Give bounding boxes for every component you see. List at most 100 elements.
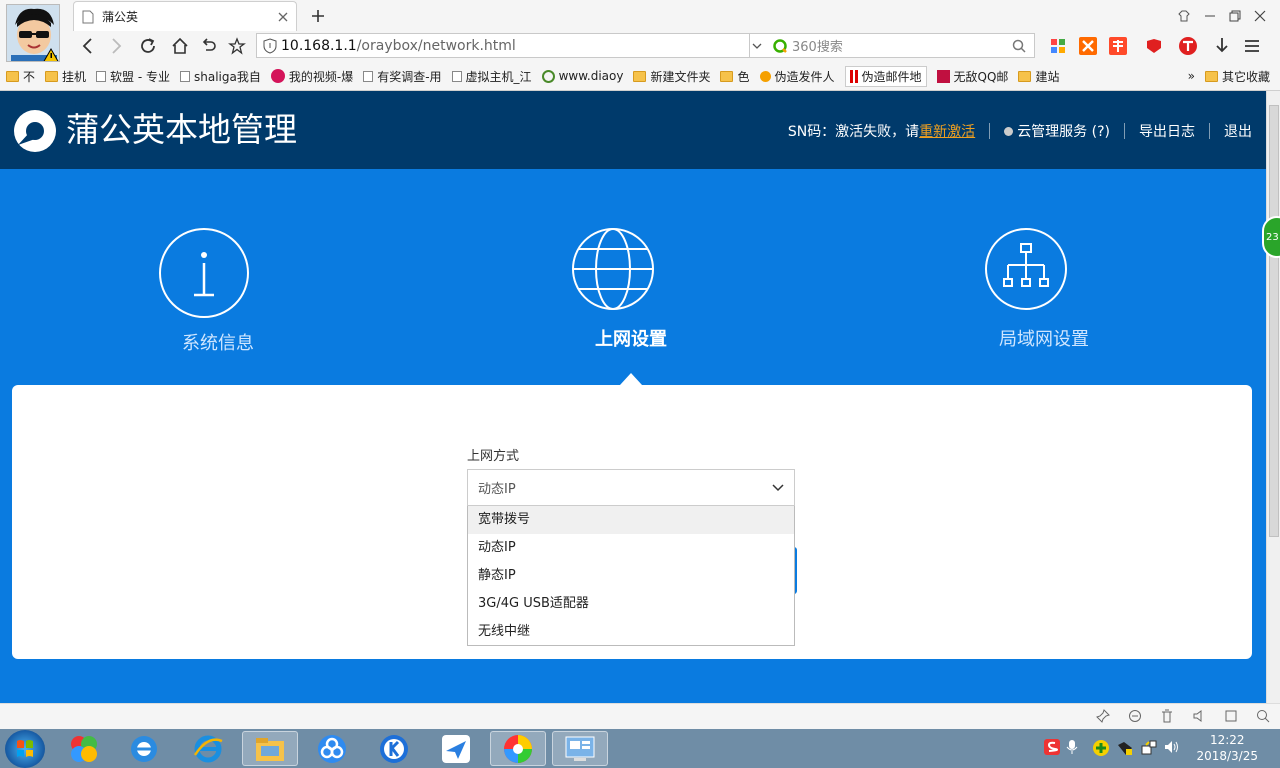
router-admin-page: 蒲公英本地管理 SN码：激活失败，请 重新激活 云管理服务 (?) 导出日志 退… [0,91,1266,703]
apps-icon[interactable] [1046,33,1070,59]
folder-icon [633,70,647,82]
tool-t-icon[interactable] [1176,33,1200,59]
undo-button[interactable] [197,33,221,59]
start-button[interactable] [5,730,45,768]
search-icon[interactable] [1012,39,1026,53]
bird-app-icon[interactable] [428,731,484,766]
search-box[interactable]: 360搜索 [749,33,1035,58]
file-explorer-icon[interactable] [242,731,298,766]
bookmark-item[interactable]: 新建文件夹 [633,68,710,85]
browser-tab[interactable]: 蒲公英 [73,1,297,31]
reload-button[interactable] [136,33,160,59]
option-pppoe[interactable]: 宽带拨号 [468,506,794,534]
speaker-icon[interactable] [1164,739,1180,755]
trash-icon[interactable] [1160,709,1174,723]
bookmark-item[interactable]: 挂机 [45,68,86,85]
nav-system-info[interactable]: 系统信息 [158,227,278,355]
folder-icon [1204,70,1218,82]
menu-icon[interactable] [1240,33,1264,59]
bookmark-label: 无敌QQ邮 [953,69,1009,84]
connection-type-dropdown: 宽带拨号 动态IP 静态IP 3G/4G USB适配器 无线中继 [467,506,795,646]
volume-icon[interactable] [1192,709,1206,723]
scrollbar-thumb[interactable] [1269,105,1279,537]
back-button[interactable] [76,33,100,59]
logout-link[interactable]: 退出 [1224,121,1252,141]
refresh-icon[interactable] [1128,709,1142,723]
divider [1209,123,1210,139]
bookmark-item[interactable]: 伪造发件人 [759,68,835,85]
option-dhcp[interactable]: 动态IP [468,534,794,562]
nav-network-settings[interactable]: 上网设置 [571,227,691,351]
color-app-icon[interactable] [490,731,546,766]
tool-x-icon[interactable] [1076,33,1100,59]
forward-button[interactable] [104,33,128,59]
bookmarks-bar: 不 挂机 软盟 - 专业 shaliga我自 我的视频-爆 有奖调查-用 虚拟主… [0,64,1280,88]
nav-lan-settings[interactable]: 局域网设置 [984,227,1104,351]
pin-icon[interactable] [1096,709,1110,723]
address-bar[interactable]: 10.168.1.1/oraybox/network.html [256,33,814,58]
option-usb-modem[interactable]: 3G/4G USB适配器 [468,590,794,618]
close-window-button[interactable] [1250,6,1270,26]
connection-type-select[interactable]: 动态IP [467,469,795,506]
new-tab-button[interactable] [308,6,328,26]
status-dot-icon [1004,126,1014,136]
export-log-link[interactable]: 导出日志 [1139,121,1195,141]
bookmark-item[interactable]: 无敌QQ邮 [936,68,1009,85]
brand-title: 蒲公英本地管理 [66,110,297,149]
sogou-ime-icon[interactable] [1044,739,1060,755]
close-tab-icon[interactable] [278,12,288,22]
maximize-button[interactable] [1225,6,1245,26]
bookmark-item[interactable]: 软盟 - 专业 [96,68,170,85]
url-host: 10.168.1.1 [281,37,357,54]
home-button[interactable] [168,33,192,59]
control-panel-icon[interactable] [552,731,608,766]
download-icon[interactable] [1210,33,1234,59]
tab-title: 蒲公英 [102,10,139,24]
network-tray-icon[interactable] [1140,739,1158,757]
reactivate-link[interactable]: 重新激活 [919,121,975,141]
nav-label: 上网设置 [595,329,667,350]
bookmark-item[interactable]: 色 [720,68,750,85]
window-icon[interactable] [1224,709,1238,723]
system-clock[interactable]: 12:22 2018/3/25 [1196,732,1258,764]
taskbar-app-icon[interactable] [56,731,112,766]
site-header: 蒲公英本地管理 SN码：激活失败，请 重新激活 云管理服务 (?) 导出日志 退… [0,91,1266,169]
user-avatar[interactable] [6,4,60,62]
skin-icon[interactable] [1174,6,1194,26]
ie-icon[interactable] [180,731,236,766]
floating-speed-badge[interactable]: 23 [1262,216,1280,258]
cloud-service-link[interactable]: 云管理服务 (?) [1017,121,1110,141]
zoom-icon[interactable] [1256,709,1270,723]
bookmark-item[interactable]: 虚拟主机_江 [451,68,532,85]
bookmark-item[interactable]: 不 [6,68,35,85]
browser-chrome: 蒲公英 10.168.1.1/oraybox/network.html 360搜… [0,0,1280,91]
other-bookmarks[interactable]: 其它收藏 [1204,68,1270,85]
microphone-icon[interactable] [1066,739,1078,755]
bookmark-item[interactable]: www.diaoy [541,69,624,83]
video-icon [270,69,285,83]
chevron-down-icon[interactable] [752,42,762,50]
tool-red-icon[interactable] [1142,33,1166,59]
k-app-icon[interactable] [366,731,422,766]
baidu-netdisk-icon[interactable] [304,731,360,766]
divider [1124,123,1125,139]
bookmark-item[interactable]: 我的视频-爆 [270,68,353,85]
site-icon [936,69,950,83]
security-icon[interactable] [1092,739,1110,757]
bookmark-item[interactable]: 伪造邮件地 [844,65,927,87]
bookmarks-more-button[interactable]: » [1188,69,1195,83]
browser-360-icon[interactable] [116,731,172,766]
option-static-ip[interactable]: 静态IP [468,562,794,590]
bookmark-item[interactable]: shaliga我自 [180,68,261,85]
bookmark-item[interactable]: 建站 [1018,68,1059,85]
tray-app-icon[interactable] [1116,739,1134,757]
bookmark-label: www.diaoy [558,69,624,83]
select-value: 动态IP [478,482,516,497]
vertical-scrollbar[interactable] [1266,91,1280,703]
url-path: /oraybox/network.html [356,37,516,54]
tool-b-icon[interactable] [1106,33,1130,59]
option-wireless-repeater[interactable]: 无线中继 [468,618,794,646]
bookmark-item[interactable]: 有奖调查-用 [363,68,442,85]
minimize-button[interactable] [1200,6,1220,26]
bookmark-star-button[interactable] [225,33,249,59]
